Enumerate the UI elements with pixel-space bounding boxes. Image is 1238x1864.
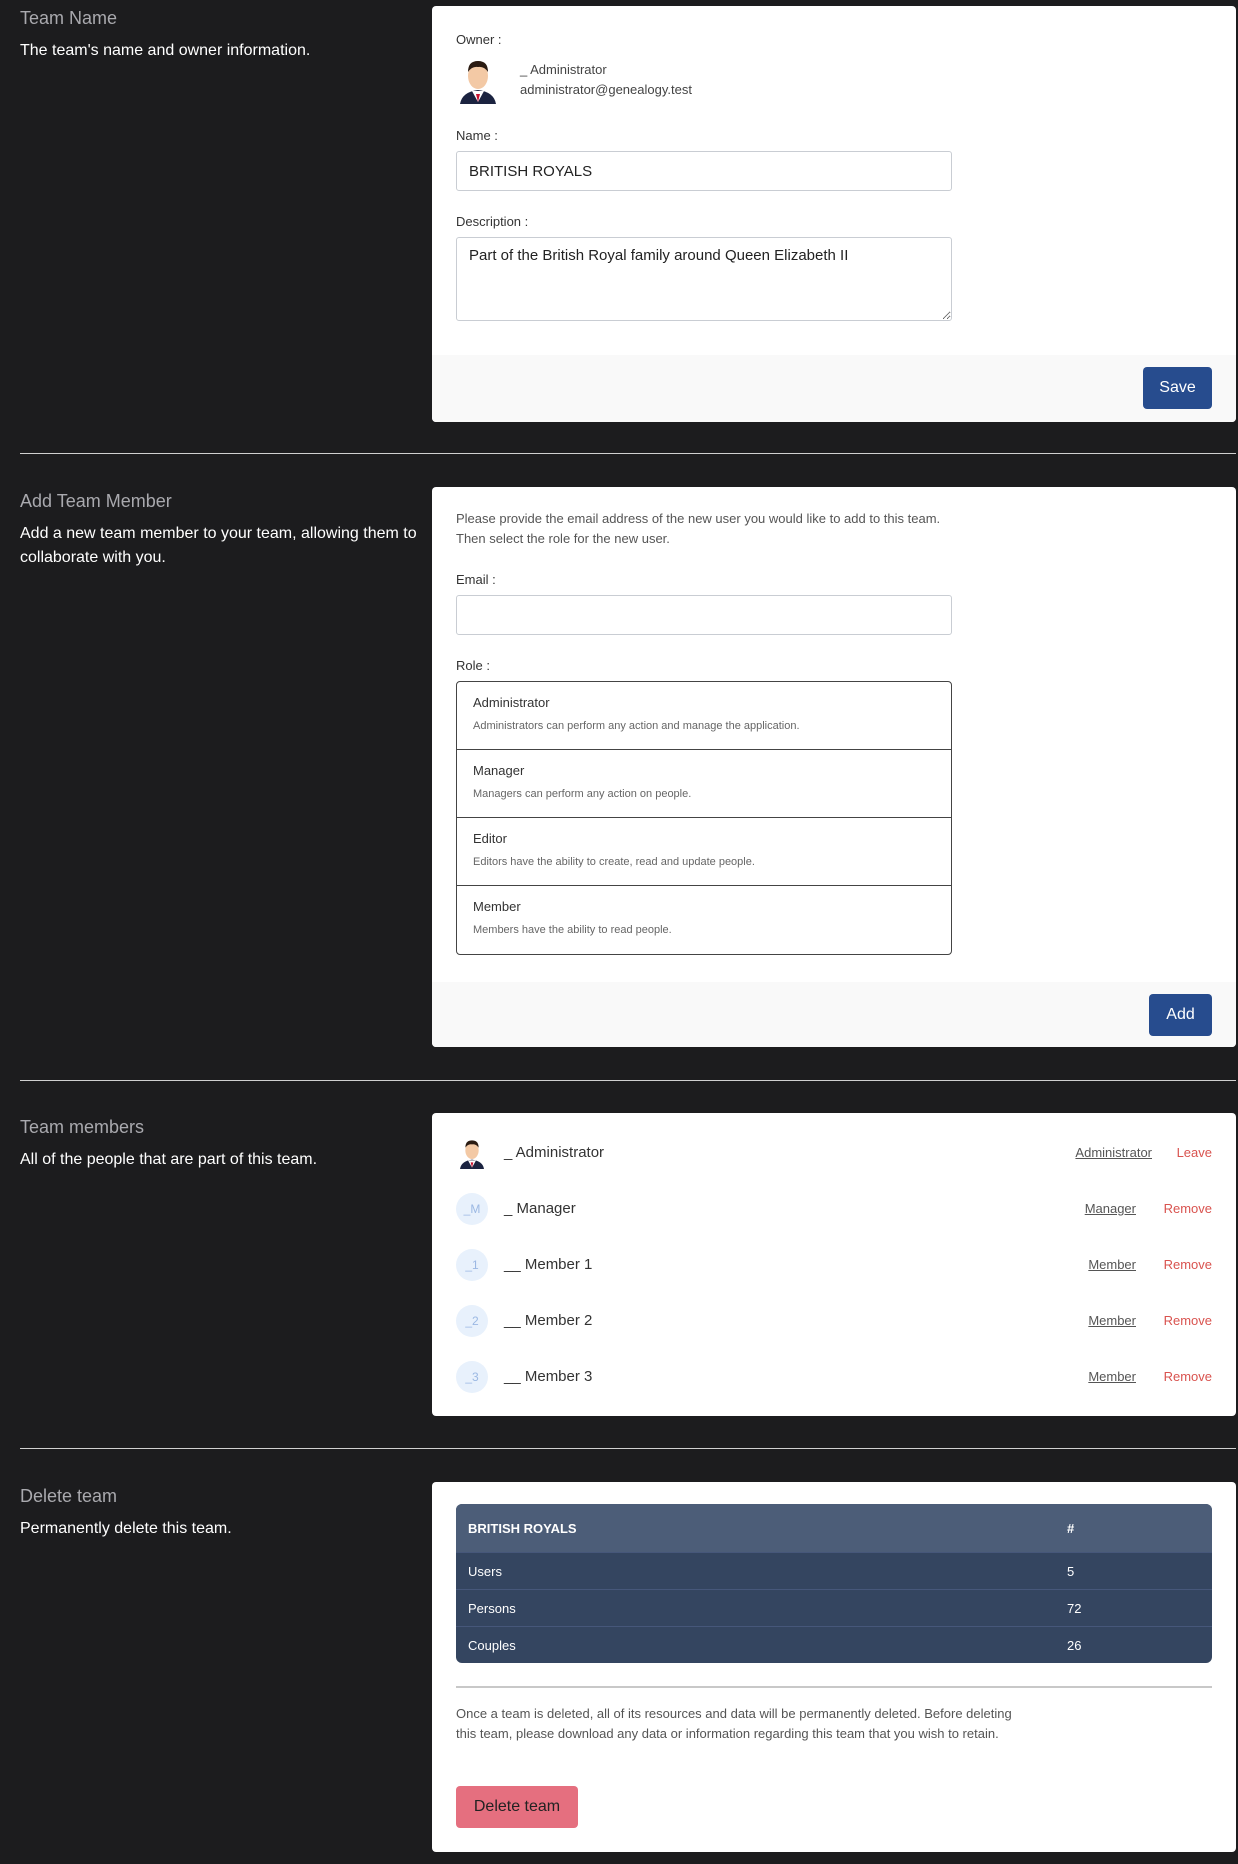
- role-title: Member: [473, 899, 521, 914]
- section-description: The team's name and owner information.: [20, 42, 311, 59]
- row-value: 26: [1055, 1626, 1212, 1663]
- section-divider: [20, 453, 1236, 454]
- remove-link[interactable]: Remove: [1164, 1369, 1212, 1384]
- member-row: _2 __ Member 2 Member Remove: [456, 1305, 1212, 1337]
- instructions-line1: Please provide the email address of the …: [456, 511, 941, 526]
- owner-avatar: [460, 61, 496, 104]
- member-name: __ Member 2: [504, 1312, 593, 1329]
- owner-name: _ Administrator: [520, 62, 607, 77]
- member-avatar: _1: [456, 1249, 488, 1281]
- section-title: Delete team: [20, 1486, 118, 1506]
- member-name: __ Member 1: [504, 1256, 593, 1273]
- role-description: Administrators can perform any action an…: [473, 720, 800, 732]
- row-label: Users: [456, 1552, 1055, 1589]
- member-name: __ Member 3: [504, 1368, 593, 1385]
- row-label: Couples: [456, 1626, 1055, 1663]
- email-label: Email :: [456, 572, 496, 587]
- table-header-count: #: [1055, 1504, 1212, 1552]
- team-members-card: _ Administrator Administrator Leave _M _…: [432, 1113, 1236, 1416]
- add-member-section: Add Team Member Add a new team member to…: [0, 487, 1238, 1081]
- section-divider: [20, 1080, 1236, 1081]
- owner-email: administrator@genealogy.test: [520, 82, 692, 97]
- section-description: Add a new team member to your team, allo…: [20, 525, 417, 566]
- delete-divider: [456, 1686, 1212, 1688]
- add-member-side: Add Team Member Add a new team member to…: [20, 491, 420, 570]
- team-members-section: Team members All of the people that are …: [0, 1113, 1238, 1449]
- add-button[interactable]: Add: [1149, 994, 1212, 1036]
- team-description-input[interactable]: Part of the British Royal family around …: [456, 237, 952, 321]
- delete-team-side: Delete team Permanently delete this team…: [20, 1486, 420, 1541]
- save-button[interactable]: Save: [1143, 367, 1212, 409]
- role-list: Administrator Administrators can perform…: [456, 681, 952, 955]
- table-row: Users 5: [456, 1552, 1212, 1589]
- member-name: _ Manager: [504, 1200, 576, 1217]
- description-label: Description :: [456, 214, 529, 229]
- role-title: Administrator: [473, 695, 550, 710]
- team-name-section: Team Name The team's name and owner info…: [0, 0, 1238, 454]
- member-role-link[interactable]: Administrator: [1075, 1145, 1152, 1160]
- team-name-side: Team Name The team's name and owner info…: [20, 8, 420, 63]
- role-option-member[interactable]: Member Members have the ability to read …: [457, 886, 951, 954]
- member-avatar: _M: [456, 1193, 488, 1225]
- section-title: Team Name: [20, 8, 118, 28]
- role-description: Managers can perform any action on peopl…: [473, 788, 692, 800]
- delete-team-section: Delete team Permanently delete this team…: [0, 1482, 1238, 1854]
- card-footer: Save: [432, 355, 1236, 422]
- member-role-link[interactable]: Member: [1088, 1313, 1136, 1328]
- role-description: Editors have the ability to create, read…: [473, 856, 755, 868]
- section-title: Team members: [20, 1117, 145, 1137]
- delete-warning: Once a team is deleted, all of its resou…: [456, 1706, 1012, 1741]
- leave-link[interactable]: Leave: [1177, 1145, 1212, 1160]
- section-description: All of the people that are part of this …: [20, 1151, 318, 1168]
- section-title: Add Team Member: [20, 491, 172, 511]
- member-role-link[interactable]: Manager: [1085, 1201, 1136, 1216]
- delete-team-button[interactable]: Delete team: [456, 1786, 578, 1828]
- member-row: _ Administrator Administrator Leave: [456, 1137, 1212, 1169]
- member-avatar: _2: [456, 1305, 488, 1337]
- member-row: _1 __ Member 1 Member Remove: [456, 1249, 1212, 1281]
- team-name-card: Owner : _ Administrator administrator@ge…: [432, 6, 1236, 422]
- section-divider: [20, 1448, 1236, 1449]
- member-avatar: _3: [456, 1361, 488, 1393]
- member-row: _3 __ Member 3 Member Remove: [456, 1361, 1212, 1393]
- member-row: _M _ Manager Manager Remove: [456, 1193, 1212, 1225]
- row-label: Persons: [456, 1589, 1055, 1626]
- table-row: Couples 26: [456, 1626, 1212, 1663]
- table-row: Persons 72: [456, 1589, 1212, 1626]
- member-role-link[interactable]: Member: [1088, 1257, 1136, 1272]
- role-option-administrator[interactable]: Administrator Administrators can perform…: [457, 682, 951, 750]
- delete-team-card: BRITISH ROYALS # Users 5 Persons 72 Coup…: [432, 1482, 1236, 1852]
- team-members-side: Team members All of the people that are …: [20, 1117, 420, 1172]
- remove-link[interactable]: Remove: [1164, 1313, 1212, 1328]
- role-option-editor[interactable]: Editor Editors have the ability to creat…: [457, 818, 951, 886]
- card-footer: Add: [432, 982, 1236, 1047]
- row-value: 72: [1055, 1589, 1212, 1626]
- role-title: Manager: [473, 763, 525, 778]
- row-value: 5: [1055, 1552, 1212, 1589]
- section-description: Permanently delete this team.: [20, 1520, 232, 1537]
- role-label: Role :: [456, 658, 490, 673]
- role-option-manager[interactable]: Manager Managers can perform any action …: [457, 750, 951, 818]
- remove-link[interactable]: Remove: [1164, 1201, 1212, 1216]
- member-avatar: [460, 1140, 484, 1169]
- member-name: _ Administrator: [504, 1144, 605, 1161]
- email-field[interactable]: [456, 595, 952, 635]
- instructions-line2: Then select the role for the new user.: [456, 531, 670, 546]
- role-title: Editor: [473, 831, 507, 846]
- owner-label: Owner :: [456, 32, 502, 47]
- member-role-link[interactable]: Member: [1088, 1369, 1136, 1384]
- table-header-team: BRITISH ROYALS: [456, 1504, 1055, 1552]
- table-header-row: BRITISH ROYALS #: [456, 1504, 1212, 1552]
- role-description: Members have the ability to read people.: [473, 924, 672, 936]
- add-member-card: Please provide the email address of the …: [432, 487, 1236, 1047]
- remove-link[interactable]: Remove: [1164, 1257, 1212, 1272]
- team-name-input[interactable]: [456, 151, 952, 191]
- team-stats-table: BRITISH ROYALS # Users 5 Persons 72 Coup…: [456, 1504, 1212, 1663]
- name-label: Name :: [456, 128, 498, 143]
